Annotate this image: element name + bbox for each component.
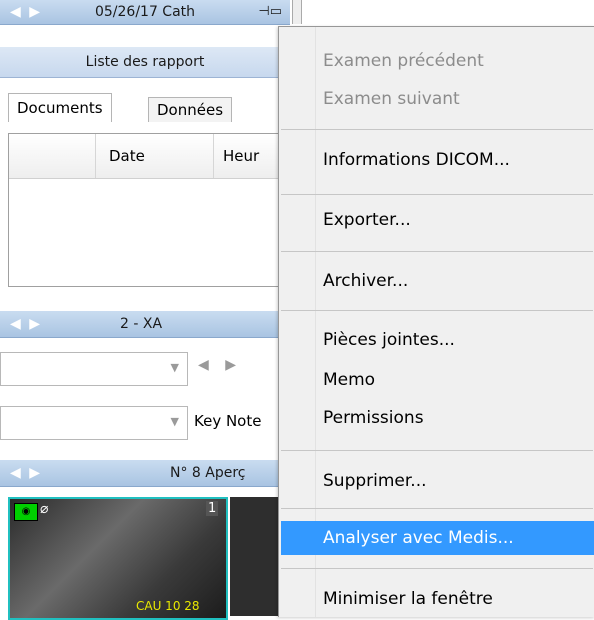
menu-item-examen-precedent[interactable]: Examen précédent <box>281 44 594 78</box>
tab-donnees[interactable]: Données <box>148 97 233 122</box>
menu-separator <box>281 508 593 509</box>
menu-item-informations-dicom[interactable]: Informations DICOM... <box>281 143 594 177</box>
key-note-select[interactable]: ▼ <box>0 406 188 440</box>
paperclip-icon: ⌀ <box>40 501 49 517</box>
menu-item-pieces-jointes[interactable]: Pièces jointes... <box>281 323 594 357</box>
series-title: 2 - XA <box>120 316 163 332</box>
menu-separator <box>281 310 593 311</box>
menu-item-archiver[interactable]: Archiver... <box>281 264 594 298</box>
thumbnail-overlay-text: CAU 10 28 <box>136 599 200 613</box>
menu-item-analyser-avec-medis[interactable]: Analyser avec Medis... <box>281 521 594 555</box>
image-thumbnail-partial[interactable] <box>230 497 278 616</box>
column-heure[interactable]: Heur <box>223 134 259 178</box>
series-nav-arrows[interactable]: ◀ ▶ <box>10 311 42 337</box>
menu-item-minimiser-la-fenetre[interactable]: Minimiser la fenêtre <box>281 582 594 616</box>
reports-list-bar: Liste des rapport <box>0 47 290 78</box>
menu-separator <box>281 129 593 130</box>
key-note-label: Key Note <box>194 412 262 430</box>
menu-item-memo[interactable]: Memo <box>281 363 594 397</box>
menu-separator <box>281 450 593 451</box>
exam-header-bar: ◀ ▶ 05/26/17 Cath ⊣▭ <box>0 0 290 25</box>
preview-nav-arrows[interactable]: ◀ ▶ <box>10 460 42 486</box>
image-nav-arrows[interactable]: ◀ ▶ <box>198 357 242 373</box>
chevron-down-icon: ▼ <box>170 361 179 374</box>
menu-separator <box>281 251 593 252</box>
column-divider <box>213 134 214 178</box>
pin-icon[interactable]: ⊣▭ <box>258 0 282 24</box>
context-menu: Examen précédent Examen suivant Informat… <box>278 26 594 617</box>
image-thumbnail[interactable]: ◉ ⌀ 1 CAU 10 28 <box>8 497 228 620</box>
menu-item-permissions[interactable]: Permissions <box>281 401 594 435</box>
vertical-scrollbar[interactable] <box>292 0 302 24</box>
menu-item-exporter[interactable]: Exporter... <box>281 203 594 237</box>
menu-separator <box>281 568 593 569</box>
tab-documents[interactable]: Documents <box>8 93 112 122</box>
documents-table: Date Heur <box>8 133 280 287</box>
preview-title: N° 8 Aperç <box>170 465 246 481</box>
preview-header-bar: ◀ ▶ N° 8 Aperç <box>0 460 290 487</box>
menu-item-supprimer[interactable]: Supprimer... <box>281 464 594 498</box>
column-date[interactable]: Date <box>109 134 145 178</box>
exam-title: 05/26/17 Cath <box>94 4 196 20</box>
chevron-down-icon: ▼ <box>170 415 179 428</box>
series-select[interactable]: ▼ <box>0 352 188 386</box>
camera-icon: ◉ <box>14 503 38 521</box>
table-header: Date Heur <box>9 134 279 179</box>
series-header-bar: ◀ ▶ 2 - XA <box>0 311 290 338</box>
menu-separator <box>281 194 593 195</box>
reports-list-title: Liste des rapport <box>85 54 205 70</box>
menu-item-examen-suivant[interactable]: Examen suivant <box>281 82 594 116</box>
thumbnail-number: 1 <box>206 501 219 516</box>
column-divider <box>95 134 96 178</box>
